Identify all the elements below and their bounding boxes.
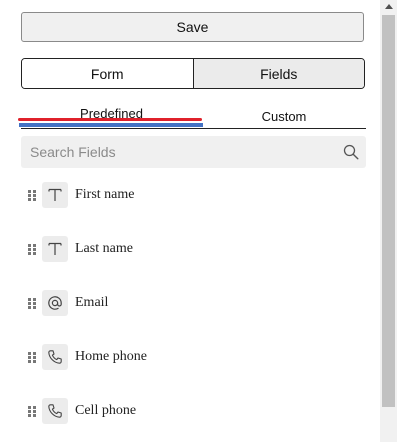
field-item-email[interactable]: Email (21, 289, 361, 317)
field-label: First name (75, 187, 135, 202)
window-edge (397, 0, 403, 442)
field-item-last-name[interactable]: Last name (21, 235, 361, 263)
search-icon[interactable] (343, 144, 359, 160)
phone-icon (42, 344, 68, 370)
form-mode-button[interactable]: Form (22, 59, 194, 88)
field-label: Home phone (75, 349, 147, 364)
vertical-scrollbar[interactable] (380, 0, 397, 442)
field-item-home-phone[interactable]: Home phone (21, 343, 361, 371)
text-icon (42, 236, 68, 262)
field-label: Cell phone (75, 403, 137, 418)
field-label: Email (75, 295, 109, 310)
drag-handle-icon[interactable] (28, 189, 37, 201)
active-tab-underline (19, 123, 203, 127)
field-item-cell-phone[interactable]: Cell phone (21, 397, 361, 425)
field-tabs: Predefined Custom (18, 98, 366, 131)
phone-icon (42, 398, 68, 424)
save-button[interactable]: Save (21, 12, 364, 42)
fields-mode-button[interactable]: Fields (193, 59, 364, 88)
drag-handle-icon[interactable] (28, 297, 37, 309)
field-item-first-name[interactable]: First name (21, 181, 361, 209)
tab-custom[interactable]: Custom (202, 101, 366, 131)
drag-handle-icon[interactable] (28, 243, 37, 255)
search-box (21, 136, 366, 168)
mode-switch: Form Fields (21, 58, 365, 89)
tabs-divider (21, 128, 366, 129)
search-input[interactable] (21, 136, 331, 168)
text-icon (42, 182, 68, 208)
scrollbar-thumb[interactable] (382, 15, 395, 407)
field-panel: Save Form Fields Predefined Custom Searc… (0, 0, 380, 442)
scroll-up-arrow-icon[interactable] (385, 4, 393, 9)
at-icon (42, 290, 68, 316)
drag-handle-icon[interactable] (28, 405, 37, 417)
field-label: Last name (75, 241, 133, 256)
drag-handle-icon[interactable] (28, 351, 37, 363)
highlight-underline (18, 118, 202, 121)
